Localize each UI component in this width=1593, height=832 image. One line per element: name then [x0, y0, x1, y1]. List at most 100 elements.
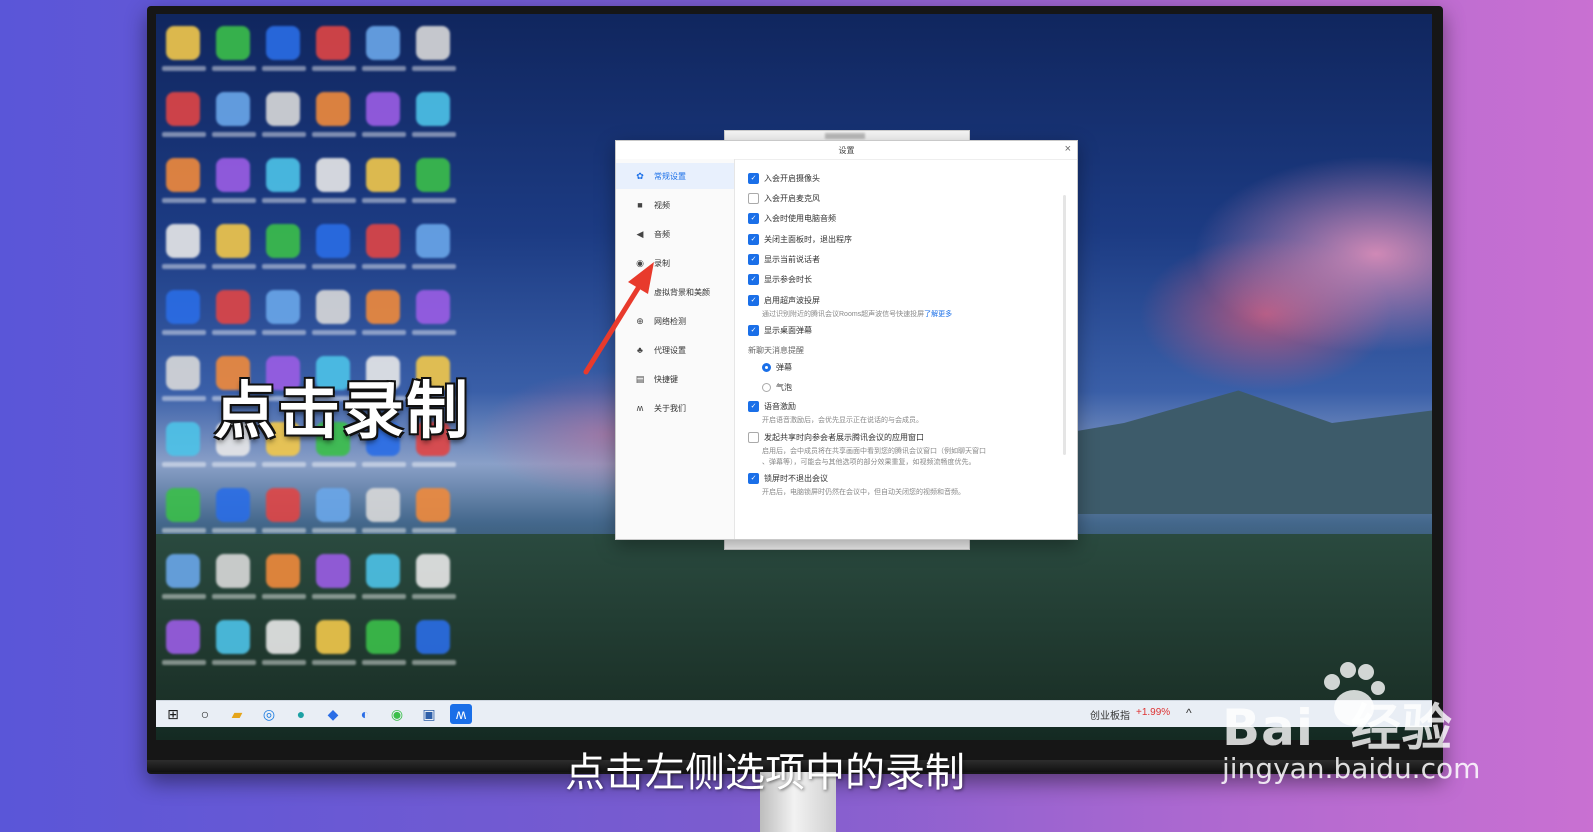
radio-button[interactable] [762, 363, 771, 372]
option-lock-screen[interactable]: ✓ 锁屏时不退出会议 [748, 473, 828, 484]
radio-option-danmaku[interactable]: 弹幕 [762, 362, 792, 373]
desktop-app-icon[interactable] [416, 290, 450, 324]
sidebar-item-about[interactable]: ʍ 关于我们 [616, 395, 734, 421]
desktop-app-icon[interactable] [216, 488, 250, 522]
chat-app-icon[interactable]: ◐ [354, 704, 376, 724]
checkbox[interactable]: ✓ [748, 325, 759, 336]
desktop-app-icon[interactable] [166, 422, 200, 456]
desktop-app-icon[interactable] [316, 290, 350, 324]
desktop-app-icon[interactable] [266, 488, 300, 522]
desktop-app-icon[interactable] [266, 290, 300, 324]
desktop-app-icon[interactable] [266, 224, 300, 258]
tencent-meeting-icon[interactable]: ʍ [450, 704, 472, 724]
desktop-app-icon[interactable] [266, 92, 300, 126]
desktop-app-icon[interactable] [366, 290, 400, 324]
option-show-duration[interactable]: ✓ 显示参会时长 [748, 274, 812, 285]
option-show-speaker[interactable]: ✓ 显示当前说话者 [748, 254, 820, 265]
desktop-app-icon[interactable] [166, 356, 200, 390]
option-camera-on-join[interactable]: ✓ 入会开启摄像头 [748, 173, 820, 184]
desktop-app-icon[interactable] [316, 224, 350, 258]
learn-more-link[interactable]: 了解更多 [924, 311, 952, 318]
desktop-app-icon[interactable] [366, 488, 400, 522]
desktop-app-icon[interactable] [366, 92, 400, 126]
wechat-icon[interactable]: ◉ [386, 704, 408, 724]
edge-icon[interactable]: ● [290, 704, 312, 724]
checkbox[interactable]: ✓ [748, 473, 759, 484]
radio-option-bubble[interactable]: 气泡 [762, 382, 792, 393]
close-icon[interactable]: × [1065, 143, 1071, 155]
windows-start-icon[interactable]: ⊞ [162, 704, 184, 724]
sidebar-item-label: 网络检测 [654, 316, 686, 326]
desktop-app-icon[interactable] [416, 26, 450, 60]
desktop-app-icon[interactable] [316, 620, 350, 654]
sidebar-item-video[interactable]: ■ 视频 [616, 192, 734, 218]
option-voice-excite[interactable]: ✓ 语音激励 [748, 401, 796, 412]
desktop-app-icon[interactable] [316, 158, 350, 192]
option-computer-audio[interactable]: ✓ 入会时使用电脑音频 [748, 213, 836, 224]
checkbox[interactable]: ✓ [748, 234, 759, 245]
desktop-app-icon[interactable] [416, 158, 450, 192]
desktop-app-icon[interactable] [166, 554, 200, 588]
desktop-app-icon[interactable] [316, 554, 350, 588]
desktop-app-icon[interactable] [416, 620, 450, 654]
desktop-app-icon[interactable] [366, 620, 400, 654]
desktop-app-icon[interactable] [416, 224, 450, 258]
desktop-app-icon[interactable] [166, 158, 200, 192]
desktop-app-icon[interactable] [316, 26, 350, 60]
desktop-app-icon[interactable] [266, 620, 300, 654]
sidebar-item-proxy[interactable]: ♣ 代理设置 [616, 337, 734, 363]
desktop-app-icon[interactable] [316, 92, 350, 126]
desktop-app-icon[interactable] [366, 26, 400, 60]
desktop-app-icon[interactable] [366, 224, 400, 258]
radio-button[interactable] [762, 383, 771, 392]
desktop-app-icon[interactable] [216, 224, 250, 258]
desktop-app-icon[interactable] [366, 158, 400, 192]
checkbox[interactable]: ✓ [748, 295, 759, 306]
desktop-app-icon[interactable] [266, 158, 300, 192]
desktop-app-icon[interactable] [216, 554, 250, 588]
checkbox[interactable]: ✓ [748, 213, 759, 224]
checkbox[interactable]: ✓ [748, 274, 759, 285]
desktop-app-icon[interactable] [266, 26, 300, 60]
search-icon[interactable]: ○ [194, 704, 216, 724]
desktop-app-icon[interactable] [266, 554, 300, 588]
option-ultrasonic-cast[interactable]: ✓ 启用超声波投屏 [748, 295, 820, 306]
option-share-app-window[interactable]: 发起共享时向参会者展示腾讯会议的应用窗口 [748, 432, 924, 443]
desktop-app-icon[interactable] [416, 488, 450, 522]
content-scrollbar[interactable] [1063, 195, 1066, 455]
sidebar-item-network[interactable]: ⊕ 网络检测 [616, 308, 734, 334]
screenshot-app-icon[interactable]: ▣ [418, 704, 440, 724]
sidebar-item-record[interactable]: ◉ 录制 [616, 250, 734, 276]
desktop-app-icon[interactable] [416, 92, 450, 126]
checkbox[interactable] [748, 432, 759, 443]
desktop-app-icon[interactable] [216, 158, 250, 192]
option-exit-on-close[interactable]: ✓ 关闭主面板时，退出程序 [748, 234, 852, 245]
option-mic-on-join[interactable]: 入会开启麦克风 [748, 193, 820, 204]
desktop-app-icon[interactable] [166, 488, 200, 522]
folder-icon[interactable]: ▰ [226, 704, 248, 724]
sidebar-item-shortcuts[interactable]: ▤ 快捷键 [616, 366, 734, 392]
tray-expand-icon[interactable]: ^ [1186, 706, 1192, 720]
desktop-app-icon[interactable] [166, 92, 200, 126]
checkbox[interactable]: ✓ [748, 254, 759, 265]
sidebar-item-virtual-background[interactable]: 虚拟背景和美颜 [616, 279, 734, 305]
option-desktop-danmaku[interactable]: ✓ 显示桌面弹幕 [748, 325, 812, 336]
desktop-app-icon[interactable] [166, 26, 200, 60]
desktop-app-icon[interactable] [166, 224, 200, 258]
sidebar-item-general[interactable]: ✿ 常规设置 [616, 163, 734, 189]
desktop-app-icon[interactable] [216, 92, 250, 126]
desktop-app-icon[interactable] [216, 620, 250, 654]
checkbox[interactable] [748, 193, 759, 204]
browser-icon[interactable]: ◎ [258, 704, 280, 724]
bird-app-icon[interactable]: ◆ [322, 704, 344, 724]
checkbox[interactable]: ✓ [748, 401, 759, 412]
sidebar-item-audio[interactable]: ◀ 音频 [616, 221, 734, 247]
desktop-app-icon[interactable] [316, 488, 350, 522]
desktop-app-icon[interactable] [366, 554, 400, 588]
checkbox[interactable]: ✓ [748, 173, 759, 184]
desktop-app-icon[interactable] [166, 290, 200, 324]
desktop-app-icon[interactable] [216, 26, 250, 60]
desktop-app-icon[interactable] [216, 290, 250, 324]
desktop-app-icon[interactable] [416, 554, 450, 588]
desktop-app-icon[interactable] [166, 620, 200, 654]
